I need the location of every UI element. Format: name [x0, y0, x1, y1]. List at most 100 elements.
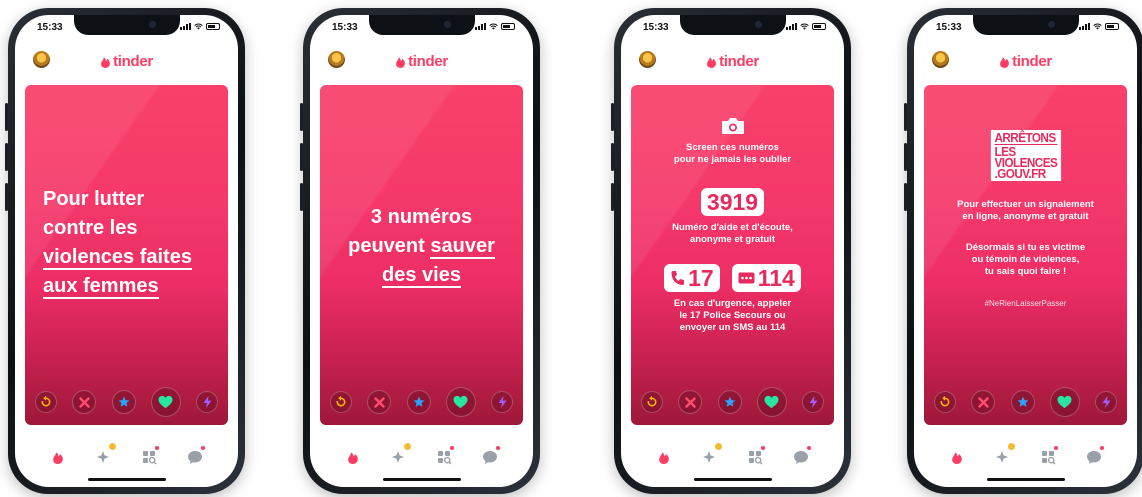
nav-explore[interactable]: [745, 446, 766, 467]
flame-icon: [396, 57, 405, 68]
status-icons: [475, 23, 515, 30]
battery-icon: [206, 23, 220, 30]
phone-1: 15:33 tinder Pour lutter contre les viol…: [5, 8, 245, 494]
boost-icon: [203, 396, 211, 408]
card-line-underlined: aux femmes: [43, 275, 159, 299]
super-like-button[interactable]: [406, 390, 431, 414]
boost-button[interactable]: [1095, 391, 1117, 413]
notch: [972, 15, 1079, 35]
notch: [73, 15, 180, 35]
nav-gold[interactable]: [993, 442, 1016, 467]
profile-card[interactable]: ARRÊTONS LES VIOLENCES .GOUV.FR Pour eff…: [924, 85, 1127, 425]
nav-messages[interactable]: [791, 446, 812, 467]
nav-explore[interactable]: [1038, 446, 1059, 467]
messages-icon: [187, 450, 202, 464]
like-icon: [453, 395, 468, 409]
messages-icon: [793, 450, 808, 464]
status-icons: [786, 23, 826, 30]
boost-icon: [1102, 396, 1110, 408]
battery-icon: [812, 23, 826, 30]
notch: [679, 15, 786, 35]
like-button[interactable]: [150, 387, 181, 417]
camera-icon: [721, 118, 744, 134]
like-button[interactable]: [445, 387, 476, 417]
app-name: tinder: [1012, 53, 1052, 70]
nav-explore[interactable]: [139, 446, 160, 467]
nav-gold[interactable]: [94, 442, 117, 467]
like-button[interactable]: [756, 387, 787, 417]
phone-screen: 15:33 tinder ARRÊTONS LES VIOLENCES .GOU…: [914, 15, 1137, 487]
rewind-icon: [336, 396, 346, 407]
gold-badge: [107, 442, 117, 451]
profile-card[interactable]: Screen ces numéros pour ne jamais les ou…: [631, 85, 834, 425]
like-icon: [158, 395, 173, 409]
status-time: 15:33: [643, 22, 669, 33]
nav-home[interactable]: [48, 447, 68, 467]
hint-line: pour ne jamais les oublier: [673, 154, 792, 165]
nav-messages[interactable]: [1084, 446, 1105, 467]
like-icon: [1057, 395, 1072, 409]
number-3919: 3919: [700, 188, 765, 216]
nope-button[interactable]: [971, 390, 996, 414]
like-button[interactable]: [1049, 387, 1080, 417]
notification-dot: [450, 446, 455, 450]
boost-button[interactable]: [196, 391, 218, 413]
phone-3: 15:33 tinder Screen ces numéros pour ne …: [611, 8, 851, 494]
tinder-logo: tinder: [914, 53, 1137, 73]
nav-gold[interactable]: [389, 442, 412, 467]
messages-icon: [482, 450, 497, 464]
super-like-button[interactable]: [717, 390, 742, 414]
phone-icon: [671, 271, 685, 285]
status-time: 15:33: [332, 22, 358, 33]
gold-sparkle-icon: [702, 451, 715, 463]
nope-button[interactable]: [367, 390, 392, 414]
profile-card[interactable]: 3 numéros peuvent sauver des vies: [320, 85, 523, 425]
rewind-button[interactable]: [330, 391, 352, 413]
app-name: tinder: [408, 53, 448, 70]
card-line-underlined: sauver: [430, 235, 495, 259]
nav-explore[interactable]: [434, 446, 455, 467]
card-line-underlined: violences faites: [43, 246, 192, 270]
home-indicator: [693, 478, 772, 481]
status-icons: [1079, 23, 1119, 30]
profile-card[interactable]: Pour lutter contre les violences faites …: [25, 85, 228, 425]
nav-home[interactable]: [654, 447, 674, 467]
hashtag: #NeRienLaisserPasser: [984, 299, 1067, 308]
rewind-button[interactable]: [934, 391, 956, 413]
home-indicator: [986, 478, 1065, 481]
report-line: Pour effectuer un signalement: [957, 199, 1094, 210]
explore-icon: [748, 450, 763, 464]
arretons-les-violences-logo: ARRÊTONS LES VIOLENCES .GOUV.FR: [990, 130, 1061, 181]
wifi-icon: [1093, 23, 1102, 30]
nope-button[interactable]: [678, 390, 703, 414]
app-name: tinder: [719, 53, 759, 70]
phone-screen: 15:33 tinder 3 numéros peuvent sauver de…: [310, 15, 533, 487]
battery-icon: [1105, 23, 1119, 30]
nav-gold[interactable]: [700, 442, 723, 467]
hint-line: Screen ces numéros: [686, 142, 779, 153]
rewind-icon: [940, 396, 950, 407]
super-like-button[interactable]: [1010, 390, 1035, 414]
nav-home[interactable]: [947, 447, 967, 467]
rewind-button[interactable]: [641, 391, 663, 413]
nav-messages[interactable]: [185, 446, 206, 467]
desc-line: anonyme et gratuit: [690, 234, 775, 245]
messages-icon: [1086, 450, 1101, 464]
victim-line: tu sais quoi faire !: [984, 266, 1067, 277]
super-like-button[interactable]: [111, 390, 136, 414]
rewind-button[interactable]: [35, 391, 57, 413]
home-flame-icon: [952, 452, 962, 464]
nope-button[interactable]: [72, 390, 97, 414]
victim-line: ou témoin de violences,: [971, 254, 1080, 265]
boost-button[interactable]: [491, 391, 513, 413]
rewind-icon: [41, 396, 51, 407]
urgence-line: envoyer un SMS au 114: [679, 322, 786, 333]
nav-home[interactable]: [343, 447, 363, 467]
status-time: 15:33: [936, 22, 962, 33]
status-icons: [180, 23, 220, 30]
phone-4: 15:33 tinder ARRÊTONS LES VIOLENCES .GOU…: [904, 8, 1142, 494]
bottom-nav: [621, 442, 844, 471]
nav-messages[interactable]: [480, 446, 501, 467]
wifi-icon: [800, 23, 809, 30]
boost-button[interactable]: [802, 391, 824, 413]
